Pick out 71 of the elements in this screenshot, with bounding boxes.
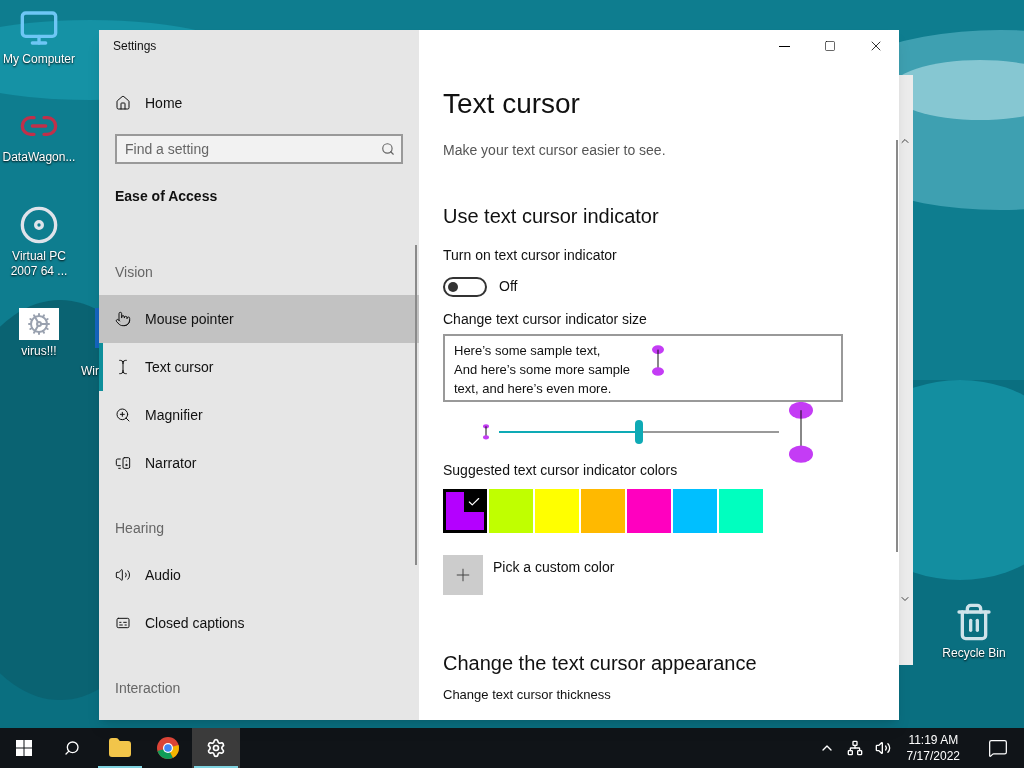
pointer-icon: [115, 311, 131, 327]
section-title: Use text cursor indicator: [443, 204, 659, 229]
maximize-icon: [824, 40, 836, 52]
folder-icon: [108, 736, 132, 760]
notifications-icon[interactable]: [988, 738, 1008, 758]
clock-date: 7/17/2022: [906, 748, 960, 764]
section-heading: Vision: [115, 262, 153, 282]
window-title: Settings: [113, 38, 157, 54]
large-cursor-icon: [787, 400, 815, 464]
desktop-icon-label[interactable]: My Computer: [3, 52, 75, 67]
custom-color-label[interactable]: Pick a custom color: [493, 557, 615, 578]
desktop-icon-label[interactable]: virus!!!: [21, 344, 57, 359]
small-cursor-icon: [481, 424, 491, 440]
minimize-icon: [778, 45, 790, 47]
sidebar-item[interactable]: Magnifier: [99, 391, 419, 439]
color-swatch[interactable]: [535, 489, 579, 533]
sample-text-line: And here’s some more sample: [454, 361, 631, 379]
toggle-state: Off: [499, 277, 518, 296]
narrator-icon: [115, 455, 131, 471]
color-swatch[interactable]: [719, 489, 763, 533]
add-color-button[interactable]: [443, 555, 483, 595]
sidebar-item[interactable]: Narrator: [99, 439, 419, 487]
page-title: Text cursor: [443, 87, 580, 121]
color-swatch[interactable]: [443, 489, 487, 533]
size-slider[interactable]: [499, 420, 779, 444]
sample-text-line: Here’s some sample text,: [454, 342, 601, 360]
settings-icon: [206, 738, 226, 758]
computer-icon: [19, 8, 59, 48]
field-label: Change text cursor thickness: [443, 687, 611, 703]
page-subtitle: Make your text cursor easier to see.: [443, 141, 666, 160]
desktop-icon-label[interactable]: Wir: [81, 364, 99, 379]
scrollbar[interactable]: [896, 140, 898, 552]
color-swatch[interactable]: [489, 489, 533, 533]
cursor-indicator-drawing: [650, 345, 666, 377]
disc-icon: [19, 205, 59, 245]
field-label: Change text cursor indicator size: [443, 310, 647, 329]
sample-text-line: text, and here’s even more.: [454, 380, 612, 398]
check-icon: [464, 492, 484, 512]
sidebar-item[interactable]: Mouse pointer: [99, 295, 419, 343]
home-link[interactable]: Home: [99, 79, 419, 127]
color-swatch[interactable]: [627, 489, 671, 533]
desktop-icon-label[interactable]: DataWagon...: [2, 150, 76, 165]
desktop-icon-label[interactable]: Virtual PC 2007 64 ...: [0, 249, 78, 279]
toggle-label: Turn on text cursor indicator: [443, 246, 617, 265]
gears-icon: [19, 308, 59, 340]
category-heading: Ease of Access: [115, 186, 218, 206]
sidebar-item[interactable]: Audio: [99, 551, 419, 599]
captions-icon: [115, 615, 131, 631]
taskbar-button[interactable]: [192, 728, 240, 768]
magnifier-icon: [115, 407, 131, 423]
search-field[interactable]: Find a setting: [115, 134, 403, 164]
audio-icon: [115, 567, 131, 583]
search-icon: [381, 142, 395, 156]
scrollbar[interactable]: [415, 245, 417, 565]
color-swatch[interactable]: [581, 489, 625, 533]
desktop-icon-label[interactable]: Recycle Bin: [942, 646, 1006, 661]
section-heading: Interaction: [115, 678, 181, 698]
windows-logo-icon: [16, 740, 32, 756]
clock[interactable]: 11:19 AM 7/17/2022: [902, 732, 964, 764]
toggle-switch[interactable]: [443, 276, 487, 297]
volume-icon[interactable]: [874, 740, 891, 756]
browser-icon: [156, 736, 180, 760]
search-icon: [64, 740, 80, 756]
sidebar-item[interactable]: Closed captions: [99, 599, 419, 647]
section-title: Change the text cursor appearance: [443, 651, 757, 675]
field-label: Suggested text cursor indicator colors: [443, 461, 678, 480]
clock-time: 11:19 AM: [908, 732, 959, 748]
home-icon: [115, 95, 131, 111]
section-heading: Hearing: [115, 518, 165, 538]
slider-thumb[interactable]: [635, 420, 643, 444]
color-swatch[interactable]: [673, 489, 717, 533]
